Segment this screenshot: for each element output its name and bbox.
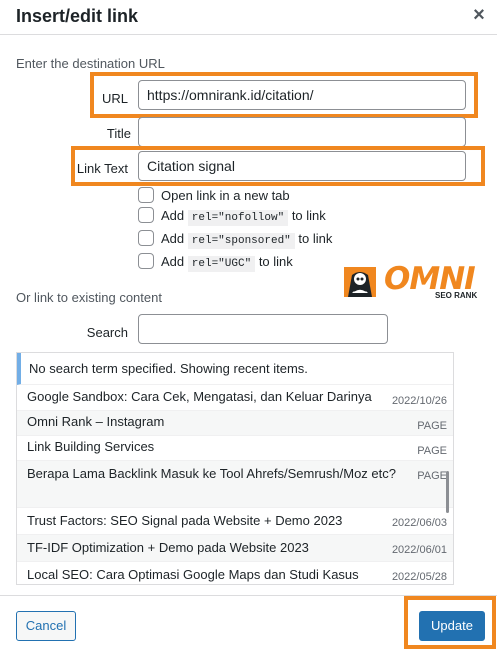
sponsored-label: Add rel="sponsored" to link [161, 231, 333, 249]
dialog-header: Insert/edit link × [0, 0, 497, 35]
result-meta: 2022/06/01 [391, 544, 447, 556]
dialog-title: Insert/edit link [16, 6, 139, 26]
update-button[interactable]: Update [419, 611, 485, 641]
results-list: Google Sandbox: Cara Cek, Mengatasi, dan… [17, 386, 453, 584]
result-item[interactable]: Link Building Services PAGE [17, 436, 453, 461]
result-meta: 2022/10/26 [391, 395, 447, 407]
existing-content-heading: Or link to existing content [16, 290, 162, 305]
search-label: Search [86, 325, 128, 340]
ugc-pre: Add [161, 254, 185, 269]
result-title: Local SEO: Cara Optimasi Google Maps dan… [27, 567, 359, 582]
result-title: Berapa Lama Backlink Masuk ke Tool Ahref… [27, 466, 396, 481]
insert-link-dialog: Insert/edit link × Enter the destination… [0, 0, 497, 650]
link-text-label: Link Text [76, 161, 128, 176]
result-item[interactable]: Berapa Lama Backlink Masuk ke Tool Ahref… [17, 461, 453, 508]
result-title: Trust Factors: SEO Signal pada Website +… [27, 513, 343, 528]
sponsored-code: rel="sponsored" [187, 233, 295, 249]
result-title: Link Building Services [27, 439, 155, 454]
title-input[interactable] [138, 117, 466, 147]
new-tab-checkbox[interactable] [138, 187, 154, 203]
dialog-footer: Cancel Update [0, 595, 497, 650]
result-title: TF-IDF Optimization + Demo pada Website … [27, 540, 309, 555]
ugc-post: to link [258, 254, 293, 269]
url-instructions: Enter the destination URL [16, 56, 165, 71]
ugc-code: rel="UGC" [187, 256, 256, 272]
result-item[interactable]: Trust Factors: SEO Signal pada Website +… [17, 508, 453, 535]
ugc-checkbox[interactable] [138, 253, 154, 269]
search-notice: No search term specified. Showing recent… [17, 353, 453, 385]
result-meta: 2022/05/28 [391, 571, 447, 583]
result-meta: PAGE [417, 445, 447, 457]
sponsored-checkbox[interactable] [138, 230, 154, 246]
result-item[interactable]: Google Sandbox: Cara Cek, Mengatasi, dan… [17, 386, 453, 411]
title-label: Title [106, 126, 131, 141]
ugc-label: Add rel="UGC" to link [161, 254, 293, 272]
search-results-panel: No search term specified. Showing recent… [16, 352, 454, 585]
sponsored-pre: Add [161, 231, 185, 246]
result-item[interactable]: TF-IDF Optimization + Demo pada Website … [17, 535, 453, 562]
nofollow-code: rel="nofollow" [187, 210, 289, 226]
url-input[interactable]: https://omnirank.id/citation/ [138, 80, 466, 110]
logo-subtext: SEO RANK [435, 291, 478, 300]
nofollow-post: to link [291, 208, 326, 223]
close-icon[interactable]: × [469, 4, 489, 26]
result-meta: PAGE [417, 420, 447, 432]
result-title: Google Sandbox: Cara Cek, Mengatasi, dan… [27, 389, 372, 404]
link-text-input[interactable]: Citation signal [138, 151, 466, 181]
omni-seo-rank-logo: OMNI SEO RANK [340, 261, 477, 301]
robot-mascot-icon [344, 267, 376, 297]
new-tab-label: Open link in a new tab [161, 188, 290, 203]
search-input[interactable] [138, 314, 388, 344]
result-meta: PAGE [417, 470, 447, 482]
cancel-button[interactable]: Cancel [16, 611, 76, 641]
nofollow-checkbox[interactable] [138, 207, 154, 223]
nofollow-pre: Add [161, 208, 185, 223]
result-item[interactable]: Omni Rank – Instagram PAGE [17, 411, 453, 436]
results-scrollbar[interactable] [446, 471, 449, 513]
result-item[interactable]: Local SEO: Cara Optimasi Google Maps dan… [17, 562, 453, 584]
url-label: URL [101, 91, 128, 106]
result-meta: 2022/06/03 [391, 517, 447, 529]
result-title: Omni Rank – Instagram [27, 414, 165, 429]
nofollow-label: Add rel="nofollow" to link [161, 208, 326, 226]
sponsored-post: to link [298, 231, 333, 246]
